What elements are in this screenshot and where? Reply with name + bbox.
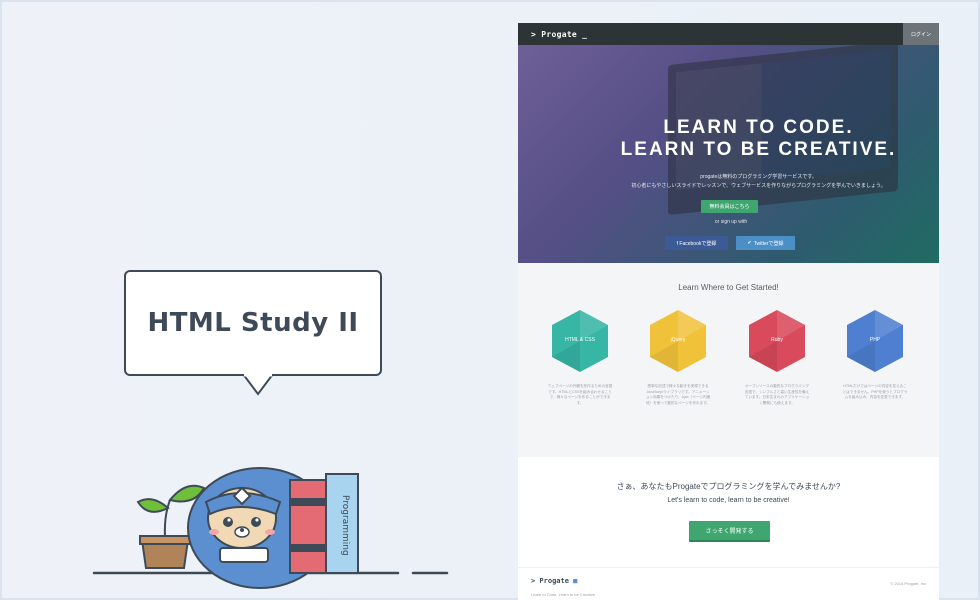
- bubble-title: HTML Study II: [147, 308, 359, 338]
- cta-english-text: Let's learn to code, learn to be creativ…: [667, 497, 790, 504]
- footer-logo[interactable]: > Progate ■: [531, 577, 577, 585]
- footer-logo-text: > Progate: [531, 577, 569, 585]
- course-card-ruby[interactable]: Ruby オープンソースの動的なプログラミング言語で、シンプルさと高い生産性を備…: [744, 310, 810, 430]
- course-desc-jquery: 簡単な記述で様々な動きを実現できるJavaScriptライブラリです。アニメーシ…: [645, 384, 711, 405]
- start-now-button[interactable]: さっそく開発する: [689, 521, 770, 540]
- speech-bubble-tail: [243, 374, 273, 396]
- cta-japanese-text: さぁ、あなたもProgateでプログラミングを学んでみませんか?: [616, 482, 841, 491]
- login-button[interactable]: ログイン: [903, 23, 939, 45]
- hero-headline: LEARN TO CODE. LEARN TO BE CREATIVE.: [518, 117, 939, 161]
- progate-website-screenshot: > Progate _ ログイン LEARN TO CODE. LEARN TO…: [518, 23, 939, 600]
- twitter-icon: ✔: [747, 240, 752, 246]
- course-desc-ruby: オープンソースの動的なプログラミング言語で、シンプルさと高い生産性を備えています…: [744, 384, 810, 405]
- course-card-html-css[interactable]: HTML & CSS ウェブページの外観を形作るための言語です。HTMLとCSS…: [547, 310, 613, 430]
- book-spine-label: Programming: [340, 494, 350, 556]
- twitter-signup-label: Twitterで登録: [753, 240, 784, 247]
- learn-section-title: Learn Where to Get Started!: [678, 283, 779, 292]
- course-card-jquery[interactable]: jQuery 簡単な記述で様々な動きを実現できるJavaScriptライブラリで…: [645, 310, 711, 430]
- site-logo[interactable]: > Progate _: [531, 30, 587, 39]
- facebook-signup-button[interactable]: f Facebookで登録: [665, 236, 728, 250]
- course-label-jquery: jQuery: [670, 337, 686, 343]
- learn-section: Learn Where to Get Started! HTML & CSS ウ…: [518, 263, 939, 457]
- footer-tagline: Learn to Code, Learn to be Creative.: [531, 592, 596, 597]
- hero-section: LEARN TO CODE. LEARN TO BE CREATIVE. pro…: [518, 45, 939, 263]
- ninja-logo-icon: ■: [573, 577, 578, 585]
- course-label-html-css: HTML & CSS: [565, 337, 595, 343]
- hero-headline-line-2: LEARN TO BE CREATIVE.: [620, 139, 897, 160]
- speech-bubble: HTML Study II: [124, 270, 382, 376]
- course-label-ruby: Ruby: [771, 337, 783, 343]
- hero-subtitle: progateは無料のプログラミング学習サービスです。 初心者にもやさしいスライ…: [578, 173, 939, 191]
- free-signup-button[interactable]: 無料会員はこちら: [701, 200, 758, 213]
- hero-headline-line-1: LEARN TO CODE.: [663, 117, 854, 138]
- footer-copyright: © 2014 Progate, Inc: [890, 581, 926, 586]
- or-signup-text: or sign up with: [714, 219, 748, 225]
- ninja-mascot-illustration: [92, 467, 449, 589]
- hero-subtitle-line-2: 初心者にもやさしいスライドでレッスンで、ウェブサービスを作りながらプログラミング…: [631, 183, 886, 189]
- course-label-php: PHP: [869, 337, 881, 343]
- twitter-signup-button[interactable]: ✔ Twitterで登録: [736, 236, 795, 250]
- site-navbar: > Progate _ ログイン: [518, 23, 939, 45]
- site-footer: > Progate ■ Learn to Code, Learn to be C…: [518, 567, 939, 600]
- course-desc-php: HTMLだけではページの内容を変えることはできません。PHPを使うとプログラムを…: [842, 384, 908, 399]
- course-card-php[interactable]: PHP HTMLだけではページの内容を変えることはできません。PHPを使うとプロ…: [842, 310, 908, 430]
- hero-subtitle-line-1: progateは無料のプログラミング学習サービスです。: [700, 174, 817, 180]
- cta-section: さぁ、あなたもProgateでプログラミングを学んでみませんか? Let's l…: [518, 457, 939, 567]
- course-desc-html-css: ウェブページの外観を形作るための言語です。HTMLとCSSを組み合わせることで、…: [547, 384, 613, 405]
